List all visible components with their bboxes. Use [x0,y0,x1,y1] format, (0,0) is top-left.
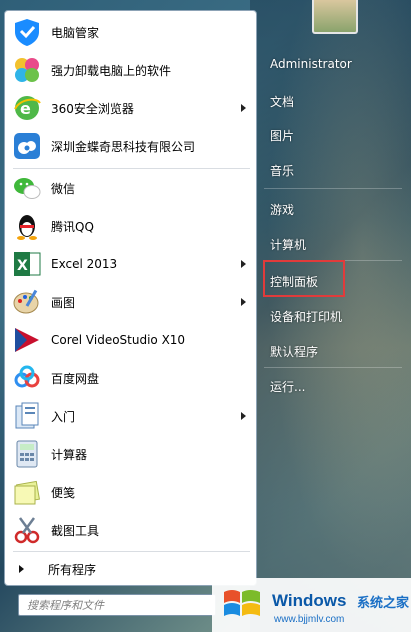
program-label: 入门 [51,409,76,424]
program-label: 截图工具 [51,523,100,538]
svg-text:X: X [17,258,28,274]
submenu-arrow-icon[interactable] [241,412,246,420]
program-getting-started[interactable]: 入门 [5,397,256,435]
program-label: 电脑管家 [51,25,100,40]
program-label: 便笺 [51,485,76,500]
program-kingdee[interactable]: 深圳金蝶奇思科技有限公司 [5,127,256,165]
snipping-tool-icon [11,514,43,546]
program-excel[interactable]: X Excel 2013 [5,245,256,283]
watermark-url: www.bjjmlv.com [274,614,345,625]
search-box[interactable] [18,594,216,616]
program-label: 腾讯QQ [51,219,94,234]
submenu-arrow-icon[interactable] [241,260,246,268]
right-item-pictures[interactable]: 图片 [270,127,294,144]
wechat-icon [11,172,43,204]
program-label: 强力卸载电脑上的软件 [51,63,172,78]
windows-logo-icon [222,586,262,622]
program-label: Corel VideoStudio X10 [51,333,186,347]
360-browser-icon: e [11,92,43,124]
watermark-site-name: 系统之家 [357,596,410,611]
program-paint[interactable]: 画图 [5,283,256,321]
program-snipping-tool[interactable]: 截图工具 [5,511,256,549]
program-pc-manager[interactable]: 电脑管家 [5,13,256,51]
program-sticky-notes[interactable]: 便笺 [5,473,256,511]
right-item-run[interactable]: 运行... [270,378,305,395]
right-separator [264,367,402,368]
tencent-pc-manager-icon [11,16,43,48]
program-wechat[interactable]: 微信 [5,169,256,207]
program-label: 深圳金蝶奇思科技有限公司 [51,139,196,154]
right-item-devices-printers[interactable]: 设备和打印机 [270,308,342,325]
program-label: 百度网盘 [51,371,100,386]
search-input[interactable] [19,595,215,615]
program-qq[interactable]: 腾讯QQ [5,207,256,245]
watermark-brand: Windows [272,591,347,610]
submenu-arrow-icon[interactable] [241,298,246,306]
program-baidu-netdisk[interactable]: 百度网盘 [5,359,256,397]
start-menu-left-pane: 电脑管家 强力卸载电脑上的软件 e 360安全浏览器 深圳金蝶奇思科技有限公司 … [4,10,257,586]
program-uninstaller[interactable]: 强力卸载电脑上的软件 [5,51,256,89]
user-avatar[interactable] [312,0,358,34]
calculator-icon [11,438,43,470]
right-item-music[interactable]: 音乐 [270,162,294,179]
sticky-notes-icon [11,476,43,508]
triangle-right-icon [19,565,24,573]
right-item-computer[interactable]: 计算机 [270,236,306,253]
baidu-netdisk-icon [11,362,43,394]
excel-icon: X [11,248,43,280]
uninstaller-petals-icon [11,54,43,86]
right-item-user[interactable]: Administrator [270,57,352,71]
getting-started-icon [11,400,43,432]
submenu-arrow-icon[interactable] [241,104,246,112]
all-programs-label: 所有程序 [48,563,97,577]
right-item-default-programs[interactable]: 默认程序 [270,343,318,360]
separator [13,551,250,552]
program-corel-videostudio[interactable]: Corel VideoStudio X10 [5,321,256,359]
cloud-gear-icon [11,130,43,162]
paint-palette-icon [11,286,43,318]
right-item-documents[interactable]: 文档 [270,93,294,110]
program-360-browser[interactable]: e 360安全浏览器 [5,89,256,127]
program-label: Excel 2013 [51,257,118,271]
program-label: 360安全浏览器 [51,101,134,116]
program-label: 计算器 [51,447,88,462]
right-item-games[interactable]: 游戏 [270,201,294,218]
corel-videostudio-icon [11,324,43,356]
right-separator [264,188,402,189]
program-calculator[interactable]: 计算器 [5,435,256,473]
watermark: Windows 系统之家 www.bjjmlv.com [212,578,411,632]
control-panel-highlight-box [263,260,345,297]
qq-penguin-icon [11,210,43,242]
program-label: 微信 [51,181,76,196]
program-label: 画图 [51,295,76,310]
